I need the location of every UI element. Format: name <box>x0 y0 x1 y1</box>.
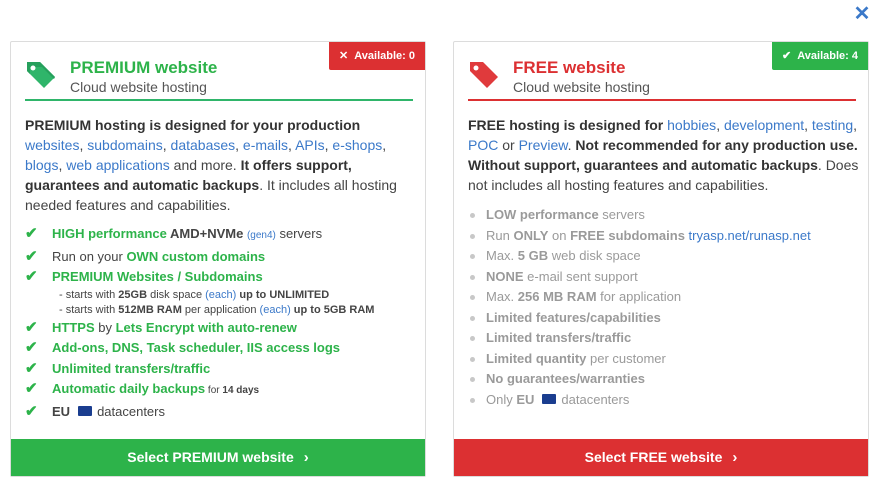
link-testing[interactable]: testing <box>812 117 853 133</box>
tag-icon <box>470 62 498 88</box>
link-preview[interactable]: Preview <box>519 137 568 153</box>
check-icon: ✔ <box>25 247 38 265</box>
list-item: NONE e-mail sent support <box>468 267 863 288</box>
list-item: Max. 5 GB web disk space <box>468 246 863 267</box>
link-tryasp[interactable]: tryasp.net/runasp.net <box>685 228 811 243</box>
check-icon: ✔ <box>25 402 38 420</box>
list-item: ✔ Run on your OWN custom domains <box>25 247 420 268</box>
premium-card: ✕ Available: 0 PREMIUM website Cloud webs… <box>10 41 426 477</box>
link-blogs[interactable]: blogs <box>25 157 58 173</box>
list-item: ✔ HIGH performance AMD+NVMe (gen4) server… <box>25 224 420 247</box>
link-subdomains[interactable]: subdomains <box>87 137 163 153</box>
list-item: Run ONLY on FREE subdomains tryasp.net/r… <box>468 226 863 247</box>
check-icon: ✔ <box>25 225 38 242</box>
card-description: FREE hosting is designed for hobbies, de… <box>468 117 859 193</box>
link-websites[interactable]: websites <box>25 137 79 153</box>
select-premium-button[interactable]: Select PREMIUM website › <box>11 439 425 476</box>
card-subtitle: Cloud website hosting <box>513 79 650 95</box>
link-apis[interactable]: APIs <box>295 137 325 153</box>
card-title: PREMIUM website <box>70 58 218 77</box>
tag-icon <box>27 62 55 88</box>
chevron-right-icon: › <box>303 449 309 466</box>
list-item: Limited quantity per customer <box>468 349 863 370</box>
check-icon: ✔ <box>25 380 38 397</box>
list-subitem: - starts with 25GB disk space (each) up … <box>59 288 330 301</box>
card-header: FREE website Cloud website hosting <box>468 58 856 101</box>
list-item: Limited features/capabilities <box>468 308 863 329</box>
list-item: ✔ EU datacenters <box>25 402 420 423</box>
link-eshops[interactable]: e-shops <box>332 137 382 153</box>
link-web-applications[interactable]: web applications <box>66 157 170 173</box>
list-item: ✔ Add-ons, DNS, Task scheduler, IIS acces… <box>25 338 420 359</box>
feature-list: ✔ HIGH performance AMD+NVMe (gen4) server… <box>25 224 420 422</box>
link-development[interactable]: development <box>724 117 804 133</box>
list-item: ✔ HTTPS by Lets Encrypt with auto-renew <box>25 318 420 339</box>
check-icon: ✔ <box>25 339 38 356</box>
check-icon: ✔ <box>25 359 38 377</box>
chevron-right-icon: › <box>732 449 738 466</box>
link-hobbies[interactable]: hobbies <box>667 117 716 133</box>
list-item: ✔ Unlimited transfers/traffic <box>25 359 420 380</box>
link-databases[interactable]: databases <box>171 137 236 153</box>
card-description: PREMIUM hosting is designed for your pro… <box>25 117 397 213</box>
list-item: ✔ PREMIUM Websites / Subdomains - starts … <box>25 267 420 318</box>
list-item: ✔ Automatic daily backups for 14 days <box>25 379 420 402</box>
eu-flag-icon <box>542 394 557 405</box>
feature-list: LOW performance servers Run ONLY on FREE… <box>468 205 863 410</box>
close-icon[interactable]: ✕ <box>852 4 872 24</box>
card-title: FREE website <box>513 58 626 77</box>
eu-flag-icon <box>78 406 93 417</box>
check-icon: ✔ <box>25 268 38 285</box>
link-poc[interactable]: POC <box>468 137 498 153</box>
card-subtitle: Cloud website hosting <box>70 79 207 95</box>
link-emails[interactable]: e-mails <box>243 137 288 153</box>
list-subitem: - starts with 512MB RAM per application … <box>59 303 375 316</box>
list-item: Limited transfers/traffic <box>468 328 863 349</box>
list-item: LOW performance servers <box>468 205 863 226</box>
list-item: No guarantees/warranties <box>468 369 863 390</box>
list-item: Only EU datacenters <box>468 390 863 411</box>
check-icon: ✔ <box>25 318 38 336</box>
list-item: Max. 256 MB RAM for application <box>468 287 863 308</box>
select-free-button[interactable]: Select FREE website › <box>454 439 868 476</box>
free-card: ✔ Available: 4 FREE website Cloud website… <box>453 41 869 477</box>
card-header: PREMIUM website Cloud website hosting <box>25 58 413 101</box>
